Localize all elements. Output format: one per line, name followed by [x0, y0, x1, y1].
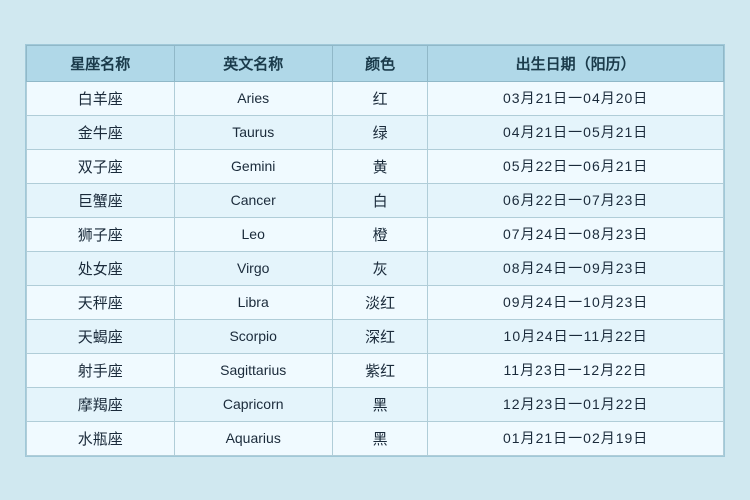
table-body: 白羊座Aries红03月21日一04月20日金牛座Taurus绿04月21日一0… [27, 81, 724, 455]
cell-dates: 01月21日一02月19日 [428, 421, 724, 455]
table-row: 摩羯座Capricorn黑12月23日一01月22日 [27, 387, 724, 421]
col-header-dates: 出生日期（阳历） [428, 45, 724, 81]
cell-color: 橙 [332, 217, 428, 251]
table-row: 天蝎座Scorpio深红10月24日一11月22日 [27, 319, 724, 353]
cell-dates: 12月23日一01月22日 [428, 387, 724, 421]
cell-chinese-name: 天秤座 [27, 285, 175, 319]
cell-english-name: Libra [174, 285, 332, 319]
cell-english-name: Taurus [174, 115, 332, 149]
table-row: 狮子座Leo橙07月24日一08月23日 [27, 217, 724, 251]
cell-english-name: Aries [174, 81, 332, 115]
cell-dates: 09月24日一10月23日 [428, 285, 724, 319]
table-row: 巨蟹座Cancer白06月22日一07月23日 [27, 183, 724, 217]
cell-dates: 03月21日一04月20日 [428, 81, 724, 115]
cell-chinese-name: 金牛座 [27, 115, 175, 149]
cell-color: 白 [332, 183, 428, 217]
cell-color: 红 [332, 81, 428, 115]
cell-chinese-name: 巨蟹座 [27, 183, 175, 217]
zodiac-table: 星座名称 英文名称 颜色 出生日期（阳历） 白羊座Aries红03月21日一04… [26, 45, 724, 456]
cell-color: 灰 [332, 251, 428, 285]
cell-chinese-name: 白羊座 [27, 81, 175, 115]
table-row: 金牛座Taurus绿04月21日一05月21日 [27, 115, 724, 149]
cell-dates: 06月22日一07月23日 [428, 183, 724, 217]
table-row: 处女座Virgo灰08月24日一09月23日 [27, 251, 724, 285]
cell-dates: 07月24日一08月23日 [428, 217, 724, 251]
cell-dates: 11月23日一12月22日 [428, 353, 724, 387]
cell-chinese-name: 射手座 [27, 353, 175, 387]
col-header-color: 颜色 [332, 45, 428, 81]
cell-color: 紫红 [332, 353, 428, 387]
cell-dates: 10月24日一11月22日 [428, 319, 724, 353]
cell-dates: 04月21日一05月21日 [428, 115, 724, 149]
cell-english-name: Scorpio [174, 319, 332, 353]
zodiac-table-container: 星座名称 英文名称 颜色 出生日期（阳历） 白羊座Aries红03月21日一04… [25, 44, 725, 457]
cell-dates: 05月22日一06月21日 [428, 149, 724, 183]
cell-chinese-name: 狮子座 [27, 217, 175, 251]
table-row: 水瓶座Aquarius黑01月21日一02月19日 [27, 421, 724, 455]
cell-english-name: Gemini [174, 149, 332, 183]
table-header-row: 星座名称 英文名称 颜色 出生日期（阳历） [27, 45, 724, 81]
table-row: 白羊座Aries红03月21日一04月20日 [27, 81, 724, 115]
cell-english-name: Sagittarius [174, 353, 332, 387]
cell-english-name: Cancer [174, 183, 332, 217]
cell-english-name: Aquarius [174, 421, 332, 455]
cell-chinese-name: 双子座 [27, 149, 175, 183]
cell-color: 淡红 [332, 285, 428, 319]
table-row: 天秤座Libra淡红09月24日一10月23日 [27, 285, 724, 319]
col-header-english: 英文名称 [174, 45, 332, 81]
table-row: 双子座Gemini黄05月22日一06月21日 [27, 149, 724, 183]
cell-color: 黑 [332, 421, 428, 455]
cell-color: 黄 [332, 149, 428, 183]
cell-chinese-name: 处女座 [27, 251, 175, 285]
cell-english-name: Capricorn [174, 387, 332, 421]
cell-english-name: Virgo [174, 251, 332, 285]
cell-chinese-name: 水瓶座 [27, 421, 175, 455]
cell-english-name: Leo [174, 217, 332, 251]
cell-dates: 08月24日一09月23日 [428, 251, 724, 285]
cell-chinese-name: 天蝎座 [27, 319, 175, 353]
cell-chinese-name: 摩羯座 [27, 387, 175, 421]
cell-color: 黑 [332, 387, 428, 421]
cell-color: 绿 [332, 115, 428, 149]
cell-color: 深红 [332, 319, 428, 353]
col-header-chinese: 星座名称 [27, 45, 175, 81]
table-row: 射手座Sagittarius紫红11月23日一12月22日 [27, 353, 724, 387]
